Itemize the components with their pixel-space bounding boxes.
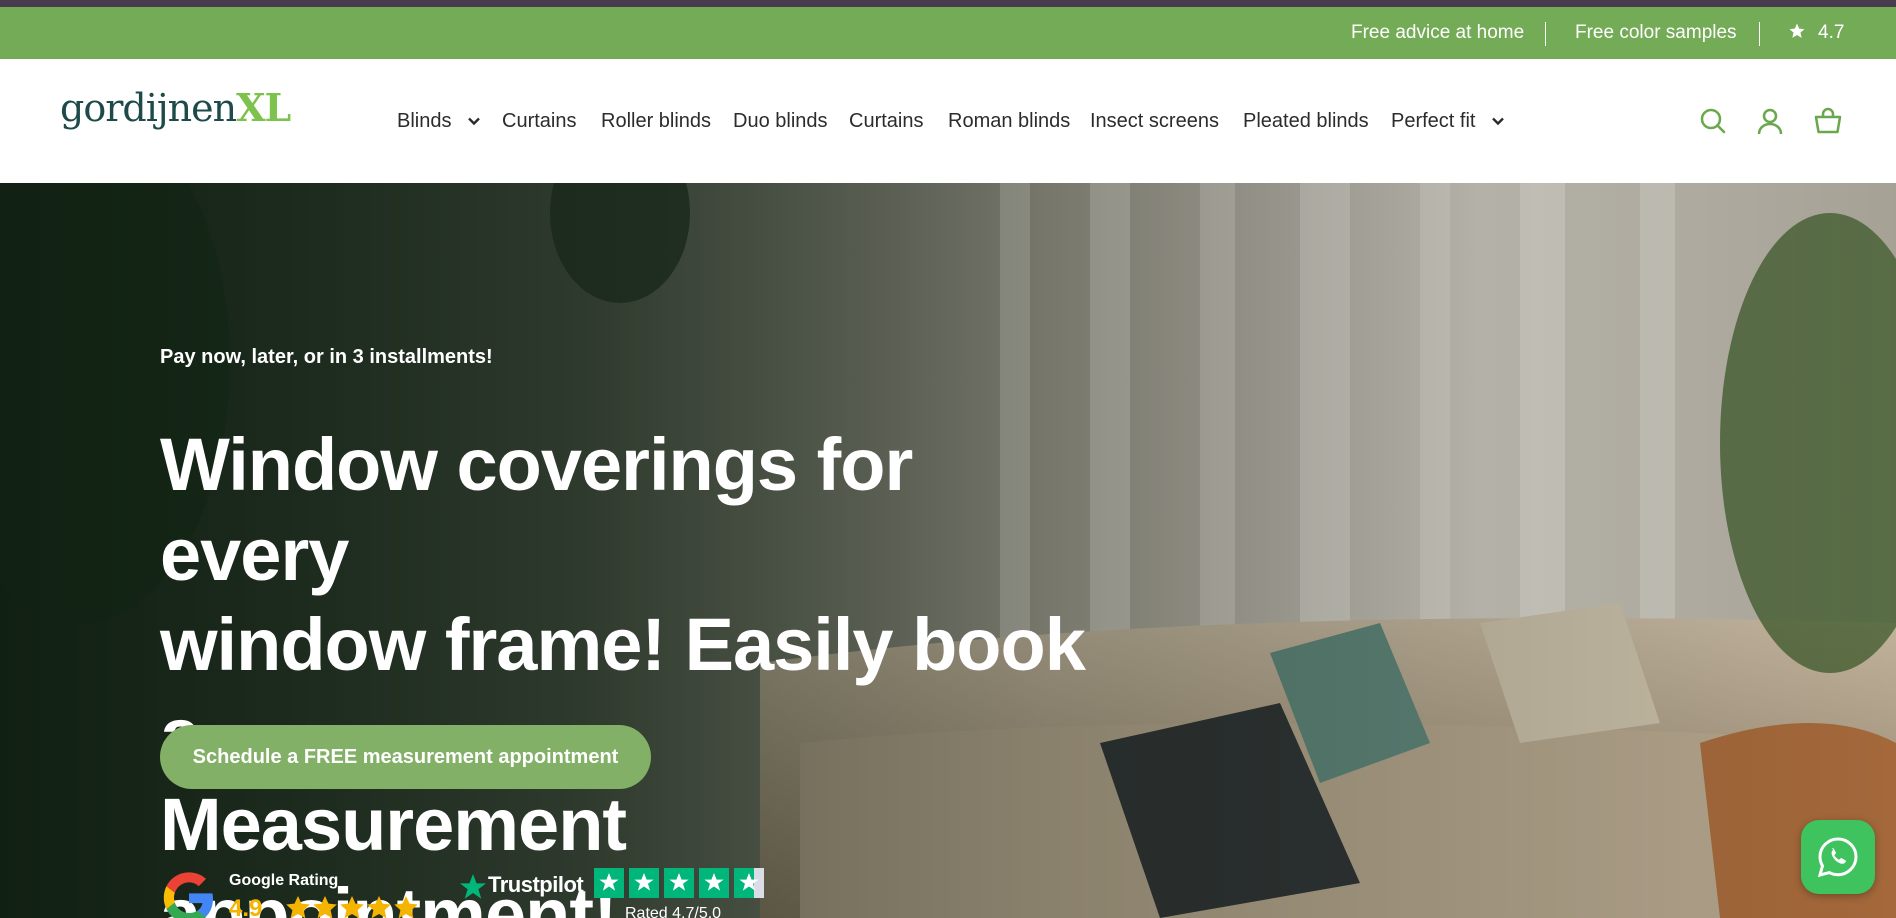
announcement-rating-value: 4.7 [1818, 22, 1845, 43]
announcement-rating[interactable]: 4.7 [1788, 7, 1844, 59]
nav-item-label: Pleated blinds [1243, 110, 1369, 132]
nav-item-label: Insect screens [1090, 110, 1219, 132]
trustpilot-label: Trustpilot [488, 872, 584, 897]
google-logo-icon [163, 872, 213, 918]
announcement-divider [1545, 22, 1546, 46]
star-icon [1789, 23, 1805, 38]
nav-item-blinds[interactable]: Blinds [397, 59, 481, 183]
site-header: gordijnenXL Blinds Curtains Roller blind… [0, 59, 1896, 183]
logo-accent: XL [236, 85, 291, 130]
nav-item-curtains-2[interactable]: Curtains [849, 59, 923, 183]
schedule-appointment-button[interactable]: Schedule a FREE measurement appointment [160, 725, 651, 789]
trustpilot-rated-text: Rated 4.7/5.0 [625, 905, 722, 918]
nav-item-duo-blinds[interactable]: Duo blinds [733, 59, 828, 183]
trustpilot-star-icon [460, 874, 486, 899]
site-logo[interactable]: gordijnenXL [60, 85, 291, 145]
chevron-down-icon [1492, 117, 1504, 126]
top-strip [0, 0, 1896, 7]
hero-section: Pay now, later, or in 3 installments! Wi… [0, 183, 1896, 918]
hero-eyebrow: Pay now, later, or in 3 installments! [160, 346, 493, 368]
chevron-down-icon [468, 117, 480, 126]
trustpilot-stars-icon [594, 868, 764, 898]
google-rating-label: Google Rating [229, 872, 339, 889]
nav-item-pleated-blinds[interactable]: Pleated blinds [1243, 59, 1369, 183]
nav-item-curtains[interactable]: Curtains [502, 59, 576, 183]
nav-item-label: Duo blinds [733, 110, 828, 132]
google-rating-score: 4.9 [229, 895, 263, 918]
announcement-bar: Free advice at home Free color samples 4… [0, 7, 1896, 59]
hero-headline-line: Window coverings for every [160, 423, 913, 596]
nav-item-label: Blinds [397, 110, 452, 132]
nav-item-perfect-fit[interactable]: Perfect fit [1391, 59, 1505, 183]
logo-text: gordijnen [60, 86, 237, 130]
nav-item-label: Perfect fit [1391, 110, 1476, 132]
cart-icon[interactable] [1813, 106, 1843, 136]
announcement-divider [1759, 22, 1760, 46]
nav-item-insect-screens[interactable]: Insect screens [1090, 59, 1219, 183]
nav-item-label: Roman blinds [948, 110, 1071, 132]
announcement-item-samples[interactable]: Free color samples [1575, 7, 1737, 59]
nav-item-label: Curtains [849, 110, 924, 132]
google-stars-icon [286, 896, 417, 918]
hero-headline: Window coverings for every window frame!… [160, 420, 1100, 918]
announcement-item-advice[interactable]: Free advice at home [1351, 7, 1524, 59]
whatsapp-icon [1817, 837, 1858, 878]
whatsapp-button[interactable] [1801, 820, 1875, 894]
account-icon[interactable] [1755, 106, 1785, 136]
nav-item-roller-blinds[interactable]: Roller blinds [601, 59, 711, 183]
search-icon[interactable] [1698, 106, 1728, 136]
nav-item-label: Roller blinds [601, 110, 712, 132]
nav-item-label: Curtains [502, 110, 577, 132]
nav-item-roman-blinds[interactable]: Roman blinds [948, 59, 1070, 183]
